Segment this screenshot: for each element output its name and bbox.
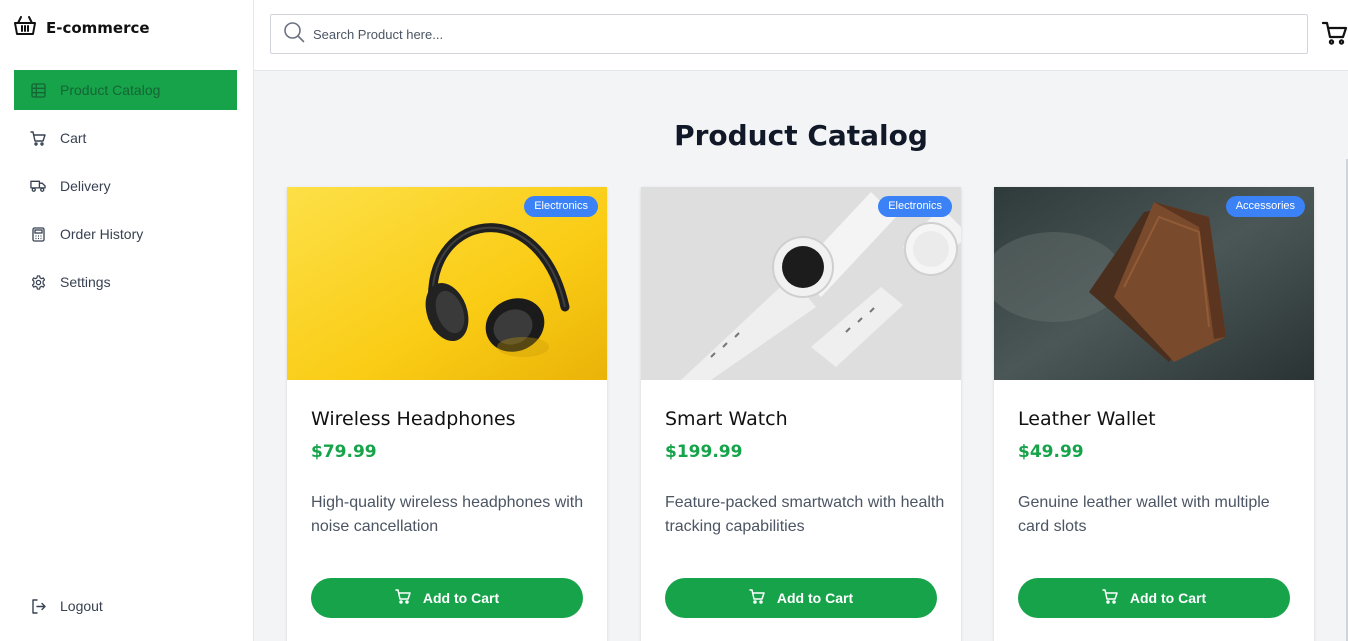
add-to-cart-button[interactable]: Add to Cart	[311, 578, 583, 618]
add-to-cart-label: Add to Cart	[1129, 590, 1207, 606]
product-description: High-quality wireless headphones with no…	[311, 494, 584, 535]
basket-icon	[14, 15, 36, 41]
top-bar	[254, 0, 1348, 71]
sidebar-item-label: Order History	[60, 226, 144, 242]
add-to-cart-label: Add to Cart	[422, 590, 500, 606]
brand-label: E-commerce	[46, 19, 150, 37]
sidebar-item-label: Delivery	[60, 178, 111, 194]
sidebar: E-commerce Product Catalog Cart Delivery…	[0, 0, 254, 641]
product-name: Wireless Headphones	[311, 408, 516, 430]
truck-icon	[30, 178, 46, 194]
sidebar-item-delivery[interactable]: Delivery	[14, 166, 237, 206]
brand[interactable]: E-commerce	[14, 15, 150, 41]
category-badge: Electronics	[524, 196, 598, 217]
product-price: $79.99	[311, 442, 377, 462]
sidebar-item-product-catalog[interactable]: Product Catalog	[14, 70, 237, 110]
product-price: $199.99	[665, 442, 743, 462]
logout-label: Logout	[60, 598, 103, 614]
product-card: Electronics Wireless Headphones $79.99 H…	[287, 187, 607, 641]
product-description: Genuine leather wallet with multiple car…	[1018, 494, 1270, 535]
cart-icon	[30, 130, 46, 146]
logout-container: Logout	[14, 586, 237, 634]
cart-icon	[1102, 589, 1118, 607]
category-badge: Accessories	[1225, 196, 1305, 217]
product-card: Electronics Smart Watch $199.99 Feature-…	[641, 187, 961, 641]
sidebar-item-label: Settings	[60, 274, 111, 290]
headphones-image[interactable]: Electronics	[287, 187, 607, 380]
search-input[interactable]	[313, 26, 1273, 42]
sidebar-nav: Product Catalog Cart Delivery Order Hist…	[14, 70, 237, 310]
add-to-cart-label: Add to Cart	[776, 590, 854, 606]
product-name: Leather Wallet	[1018, 408, 1156, 430]
page-title: Product Catalog	[674, 119, 928, 152]
watch-image[interactable]: Electronics	[641, 187, 961, 380]
add-to-cart-button[interactable]: Add to Cart	[665, 578, 937, 618]
product-description: Feature-packed smartwatch with health tr…	[665, 494, 945, 535]
sidebar-item-label: Cart	[60, 130, 87, 146]
logout-icon	[30, 598, 46, 614]
search-icon	[283, 21, 305, 48]
product-card: Accessories Leather Wallet $49.99 Genuin…	[994, 187, 1314, 641]
cart-icon	[395, 589, 411, 607]
category-badge: Electronics	[878, 196, 952, 217]
sidebar-item-order-history[interactable]: Order History	[14, 214, 237, 254]
sidebar-item-cart[interactable]: Cart	[14, 118, 237, 158]
gear-icon	[30, 274, 46, 290]
cart-icon[interactable]	[1321, 20, 1348, 48]
sidebar-item-label: Product Catalog	[60, 82, 161, 98]
cart-icon	[749, 589, 765, 607]
product-name: Smart Watch	[665, 408, 788, 430]
sidebar-item-settings[interactable]: Settings	[14, 262, 237, 302]
logout-button[interactable]: Logout	[14, 586, 237, 626]
product-price: $49.99	[1018, 442, 1084, 462]
add-to-cart-button[interactable]: Add to Cart	[1018, 578, 1290, 618]
calculator-icon	[30, 226, 46, 242]
table-icon	[30, 82, 46, 98]
search-box[interactable]	[270, 14, 1308, 54]
main-content: Product Catalog Electronics Wireless Hea…	[254, 71, 1348, 641]
wallet-image[interactable]: Accessories	[994, 187, 1314, 380]
